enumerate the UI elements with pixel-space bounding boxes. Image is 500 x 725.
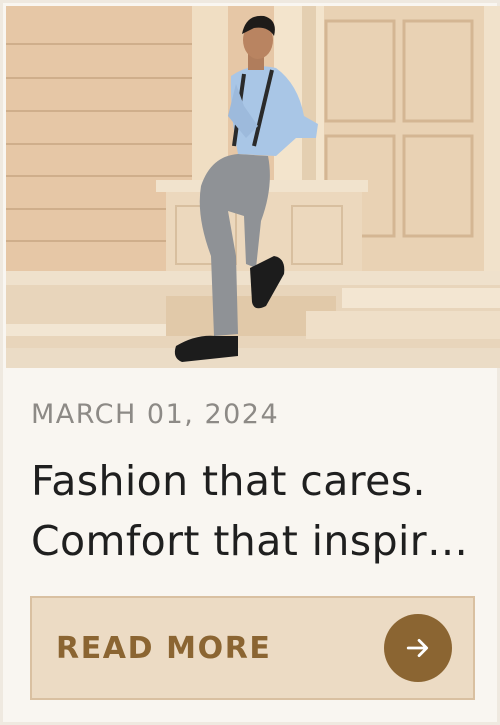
post-title-line-1: Fashion that cares. — [31, 457, 426, 505]
hero-image[interactable] — [6, 6, 500, 368]
post-title-line-2: Comfort that inspir… — [31, 517, 469, 565]
read-more-label: READ MORE — [56, 631, 272, 666]
post-title[interactable]: Fashion that cares. Comfort that inspir… — [31, 451, 483, 571]
read-more-button[interactable]: READ MORE — [30, 596, 475, 700]
post-date: MARCH 01, 2024 — [31, 399, 280, 430]
blog-card: MARCH 01, 2024 Fashion that cares. Comfo… — [0, 0, 500, 725]
hero-photo — [6, 6, 500, 368]
arrow-right-icon[interactable] — [384, 614, 452, 682]
